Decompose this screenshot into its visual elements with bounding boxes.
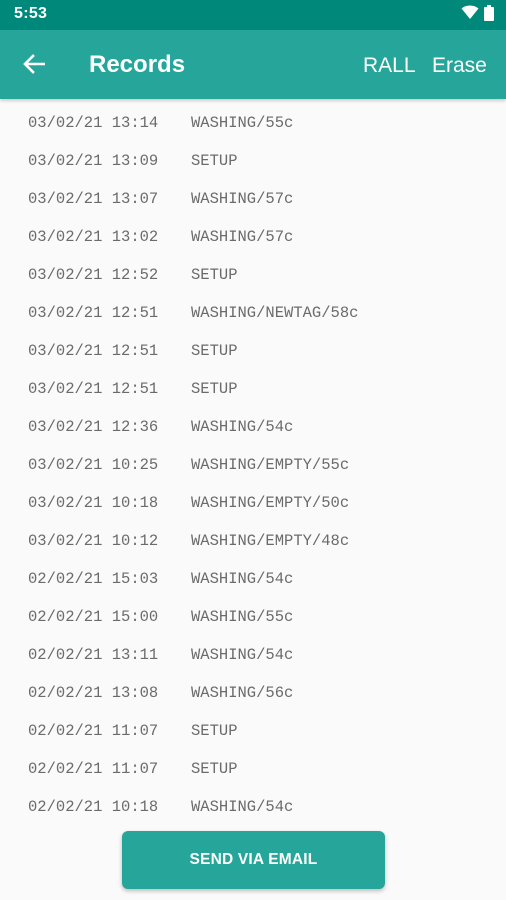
record-event: WASHING/56c bbox=[191, 684, 294, 702]
record-datetime: 03/02/21 13:07 bbox=[28, 190, 159, 208]
list-item: 02/02/21 15:03 WASHING/54c bbox=[28, 570, 293, 592]
status-time: 5:53 bbox=[14, 5, 48, 22]
page-title: Records bbox=[89, 51, 186, 78]
record-event: SETUP bbox=[191, 380, 238, 398]
status-icons bbox=[461, 4, 494, 26]
record-datetime: 02/02/21 11:07 bbox=[28, 722, 159, 740]
list-item: 02/02/21 13:08 WASHING/56c bbox=[28, 684, 293, 706]
record-datetime: 03/02/21 12:51 bbox=[28, 380, 159, 398]
record-datetime: 03/02/21 10:12 bbox=[28, 532, 159, 550]
record-event: SETUP bbox=[191, 266, 238, 284]
list-item: 02/02/21 11:07 SETUP bbox=[28, 760, 238, 782]
list-item: 03/02/21 13:07 WASHING/57c bbox=[28, 190, 293, 212]
list-item: 02/02/21 11:07 SETUP bbox=[28, 722, 238, 744]
status-bar: 5:53 bbox=[0, 0, 506, 30]
wifi-icon bbox=[461, 5, 479, 25]
arrow-left-icon bbox=[23, 53, 46, 79]
record-event: WASHING/55c bbox=[191, 114, 294, 132]
record-event: WASHING/57c bbox=[191, 228, 294, 246]
battery-icon bbox=[484, 4, 494, 26]
records-list[interactable]: 03/02/21 13:14 WASHING/55c 03/02/21 13:09… bbox=[0, 99, 506, 823]
record-event: WASHING/55c bbox=[191, 608, 294, 626]
record-datetime: 02/02/21 10:18 bbox=[28, 798, 159, 816]
send-via-email-button[interactable]: SEND VIA EMAIL bbox=[122, 831, 385, 889]
record-event: WASHING/EMPTY/50c bbox=[191, 494, 350, 512]
record-event: SETUP bbox=[191, 722, 238, 740]
app-bar: Records RALL Erase bbox=[0, 30, 506, 99]
list-item: 03/02/21 12:51 SETUP bbox=[28, 342, 238, 364]
record-event: WASHING/54c bbox=[191, 646, 294, 664]
erase-button[interactable]: Erase bbox=[432, 54, 487, 78]
record-datetime: 03/02/21 12:52 bbox=[28, 266, 159, 284]
record-datetime: 03/02/21 10:25 bbox=[28, 456, 159, 474]
record-datetime: 03/02/21 13:14 bbox=[28, 114, 159, 132]
list-item: 03/02/21 12:52 SETUP bbox=[28, 266, 238, 288]
record-event: SETUP bbox=[191, 760, 238, 778]
record-event: WASHING/NEWTAG/58c bbox=[191, 304, 359, 322]
record-datetime: 02/02/21 13:08 bbox=[28, 684, 159, 702]
record-event: SETUP bbox=[191, 342, 238, 360]
record-datetime: 02/02/21 15:00 bbox=[28, 608, 159, 626]
record-event: WASHING/54c bbox=[191, 798, 294, 816]
list-item: 03/02/21 10:18 WASHING/EMPTY/50c bbox=[28, 494, 349, 516]
record-datetime: 03/02/21 12:51 bbox=[28, 342, 159, 360]
record-datetime: 03/02/21 13:09 bbox=[28, 152, 159, 170]
record-event: SETUP bbox=[191, 152, 238, 170]
list-item: 03/02/21 13:14 WASHING/55c bbox=[28, 114, 293, 136]
record-event: WASHING/EMPTY/55c bbox=[191, 456, 350, 474]
list-item: 03/02/21 13:09 SETUP bbox=[28, 152, 238, 174]
record-event: WASHING/54c bbox=[191, 418, 294, 436]
record-datetime: 03/02/21 12:51 bbox=[28, 304, 159, 322]
send-button-label: SEND VIA EMAIL bbox=[189, 851, 318, 868]
record-datetime: 02/02/21 15:03 bbox=[28, 570, 159, 588]
record-event: WASHING/57c bbox=[191, 190, 294, 208]
rall-button[interactable]: RALL bbox=[363, 54, 416, 78]
list-item: 03/02/21 12:51 WASHING/NEWTAG/58c bbox=[28, 304, 358, 326]
record-event: WASHING/54c bbox=[191, 570, 294, 588]
list-item: 03/02/21 12:36 WASHING/54c bbox=[28, 418, 293, 440]
list-item: 03/02/21 12:51 SETUP bbox=[28, 380, 238, 402]
list-item: 03/02/21 13:02 WASHING/57c bbox=[28, 228, 293, 250]
list-item: 02/02/21 10:18 WASHING/54c bbox=[28, 798, 293, 820]
list-item: 03/02/21 10:25 WASHING/EMPTY/55c bbox=[28, 456, 349, 478]
list-item: 03/02/21 10:12 WASHING/EMPTY/48c bbox=[28, 532, 349, 554]
record-event: WASHING/EMPTY/48c bbox=[191, 532, 350, 550]
list-item: 02/02/21 15:00 WASHING/55c bbox=[28, 608, 293, 630]
record-datetime: 03/02/21 12:36 bbox=[28, 418, 159, 436]
list-item: 02/02/21 13:11 WASHING/54c bbox=[28, 646, 293, 668]
back-button[interactable] bbox=[18, 50, 50, 82]
record-datetime: 02/02/21 11:07 bbox=[28, 760, 159, 778]
record-datetime: 03/02/21 10:18 bbox=[28, 494, 159, 512]
record-datetime: 03/02/21 13:02 bbox=[28, 228, 159, 246]
record-datetime: 02/02/21 13:11 bbox=[28, 646, 159, 664]
